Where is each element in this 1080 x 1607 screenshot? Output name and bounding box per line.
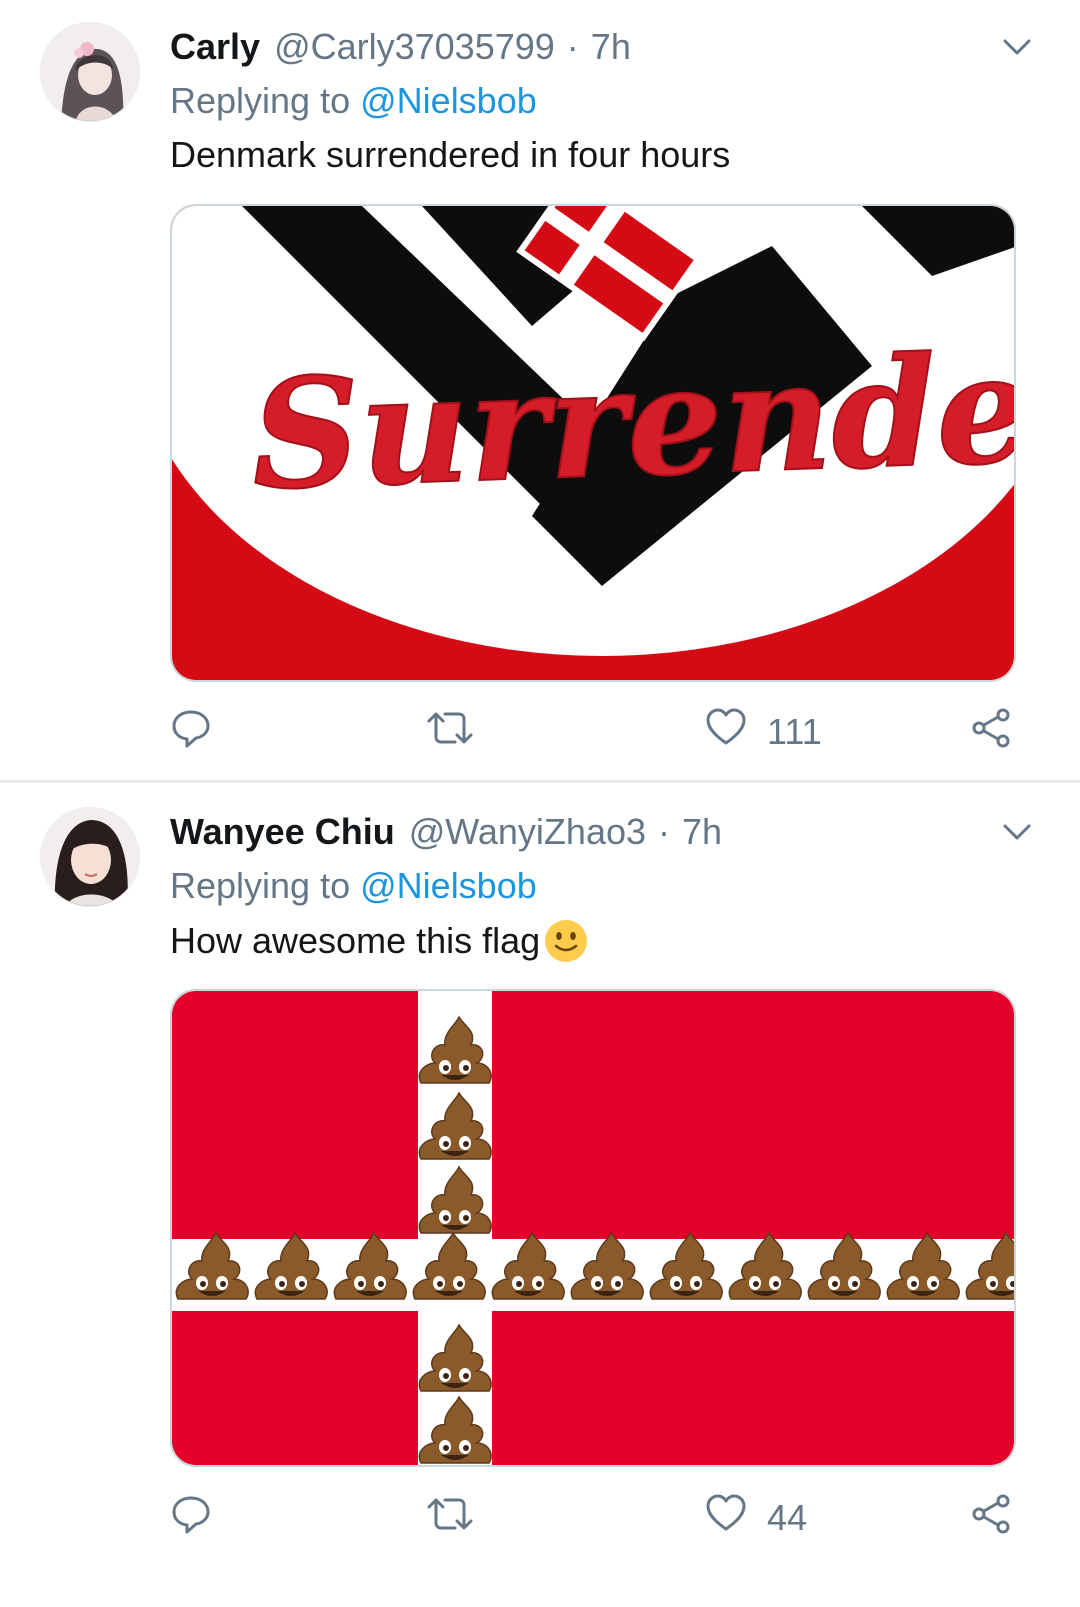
like-button[interactable]: 44 <box>705 1493 807 1543</box>
like-count: 44 <box>767 1497 808 1538</box>
reply-icon <box>170 1493 212 1544</box>
share-button[interactable] <box>970 1493 1012 1543</box>
tweet-divider <box>0 780 1080 783</box>
chevron-down-icon[interactable] <box>1002 821 1032 845</box>
replying-to: Replying to @Nielsbob <box>170 80 537 122</box>
reply-button[interactable] <box>170 707 212 757</box>
avatar[interactable] <box>40 807 140 907</box>
tweet-header: Wanyee Chiu @WanyiZhao3 · 7h <box>170 811 722 853</box>
tweet-text-row: How awesome this flag <box>170 919 588 963</box>
display-name[interactable]: Wanyee Chiu <box>170 811 395 853</box>
separator-dot: · <box>658 811 671 852</box>
mention-link[interactable]: @Nielsbob <box>360 80 537 121</box>
chevron-down-icon[interactable] <box>1002 36 1032 60</box>
like-button[interactable]: 111 <box>705 707 822 757</box>
retweet-icon <box>425 1493 475 1544</box>
tweet-actions: 44 <box>170 1493 1030 1543</box>
reply-icon <box>170 707 212 758</box>
share-icon <box>970 707 1012 758</box>
retweet-icon <box>425 707 475 758</box>
heart-icon <box>705 707 747 758</box>
tweet-text: How awesome this flag <box>170 920 541 961</box>
tweet[interactable]: Carly @Carly37035799 · 7h Replying to @N… <box>0 0 1080 800</box>
tweet-image[interactable]: Surrender <box>170 204 1016 682</box>
retweet-button[interactable] <box>425 707 475 757</box>
like-count: 111 <box>767 711 822 752</box>
display-name[interactable]: Carly <box>170 26 260 68</box>
timestamp[interactable]: 7h <box>682 811 722 853</box>
tweet-actions: 111 <box>170 707 1030 757</box>
replying-to: Replying to @Nielsbob <box>170 865 537 907</box>
share-icon <box>970 1493 1012 1544</box>
avatar[interactable] <box>40 22 140 122</box>
tweet-image[interactable] <box>170 989 1016 1467</box>
retweet-button[interactable] <box>425 1493 475 1543</box>
image-caption: Surrender <box>249 318 1016 524</box>
reply-button[interactable] <box>170 1493 212 1543</box>
separator-dot: · <box>566 26 579 67</box>
replying-prefix: Replying to <box>170 80 351 121</box>
replying-prefix: Replying to <box>170 865 351 906</box>
mention-link[interactable]: @Nielsbob <box>360 865 537 906</box>
timestamp[interactable]: 7h <box>591 26 631 68</box>
user-handle[interactable]: @WanyiZhao3 <box>409 811 646 853</box>
tweet-header: Carly @Carly37035799 · 7h <box>170 26 631 68</box>
tweet-text: Denmark surrendered in four hours <box>170 134 731 175</box>
heart-icon <box>705 1493 747 1544</box>
tweet[interactable]: Wanyee Chiu @WanyiZhao3 · 7h Replying to… <box>0 805 1080 1607</box>
smiling-face-icon <box>544 919 588 963</box>
user-handle[interactable]: @Carly37035799 <box>274 26 555 68</box>
share-button[interactable] <box>970 707 1012 757</box>
